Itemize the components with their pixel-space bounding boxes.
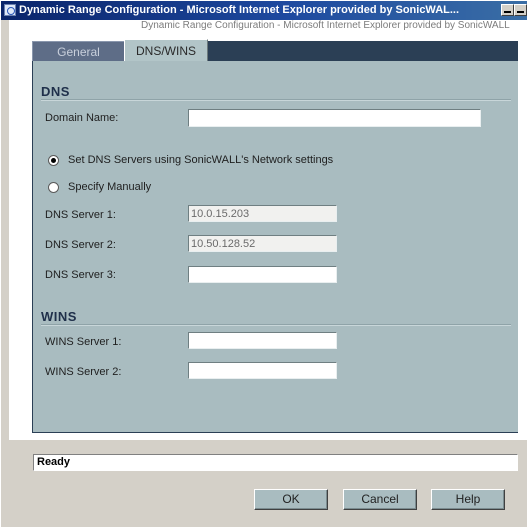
domain-name-label: Domain Name: <box>45 112 119 124</box>
dns-server-3-input[interactable] <box>188 266 337 283</box>
dns-server-1-label: DNS Server 1: <box>45 209 116 221</box>
radio-network-settings-label[interactable]: Set DNS Servers using SonicWALL's Networ… <box>68 154 333 166</box>
radio-network-settings[interactable] <box>48 155 59 166</box>
wins-section-title: WINS <box>41 309 77 324</box>
tab-general[interactable]: General <box>32 41 124 61</box>
radio-specify-manually[interactable] <box>48 182 59 193</box>
dns-wins-panel: DNS Domain Name: Set DNS Servers using S… <box>32 61 518 433</box>
wins-server-1-input[interactable] <box>188 332 337 349</box>
domain-name-input[interactable] <box>188 109 481 127</box>
tab-dns-wins[interactable]: DNS/WINS <box>124 39 208 61</box>
dns-section-title: DNS <box>41 84 70 99</box>
dns-server-3-label: DNS Server 3: <box>45 269 116 281</box>
wins-server-1-label: WINS Server 1: <box>45 336 122 348</box>
dns-server-2-label: DNS Server 2: <box>45 239 116 251</box>
dns-divider <box>41 99 511 101</box>
title-bar[interactable]: Dynamic Range Configuration - Microsoft … <box>1 1 527 20</box>
ok-button[interactable]: OK <box>254 489 328 510</box>
minimize-button[interactable] <box>501 4 514 16</box>
maximize-button[interactable] <box>514 4 527 16</box>
wins-server-2-input[interactable] <box>188 362 337 379</box>
background-window-title: Dynamic Range Configuration - Microsoft … <box>141 20 510 31</box>
ie-window: Dynamic Range Configuration - Microsoft … <box>0 0 527 527</box>
wins-divider <box>41 324 511 326</box>
dns-server-1-input[interactable] <box>188 205 337 222</box>
wins-server-2-label: WINS Server 2: <box>45 366 122 378</box>
tab-strip-background <box>208 41 518 61</box>
radio-specify-manually-label[interactable]: Specify Manually <box>68 181 151 193</box>
help-button[interactable]: Help <box>431 489 505 510</box>
window-title: Dynamic Range Configuration - Microsoft … <box>19 4 460 16</box>
internet-explorer-icon <box>4 4 16 16</box>
cancel-button[interactable]: Cancel <box>343 489 417 510</box>
dns-server-2-input[interactable] <box>188 235 337 252</box>
status-bar: Ready <box>33 454 518 471</box>
